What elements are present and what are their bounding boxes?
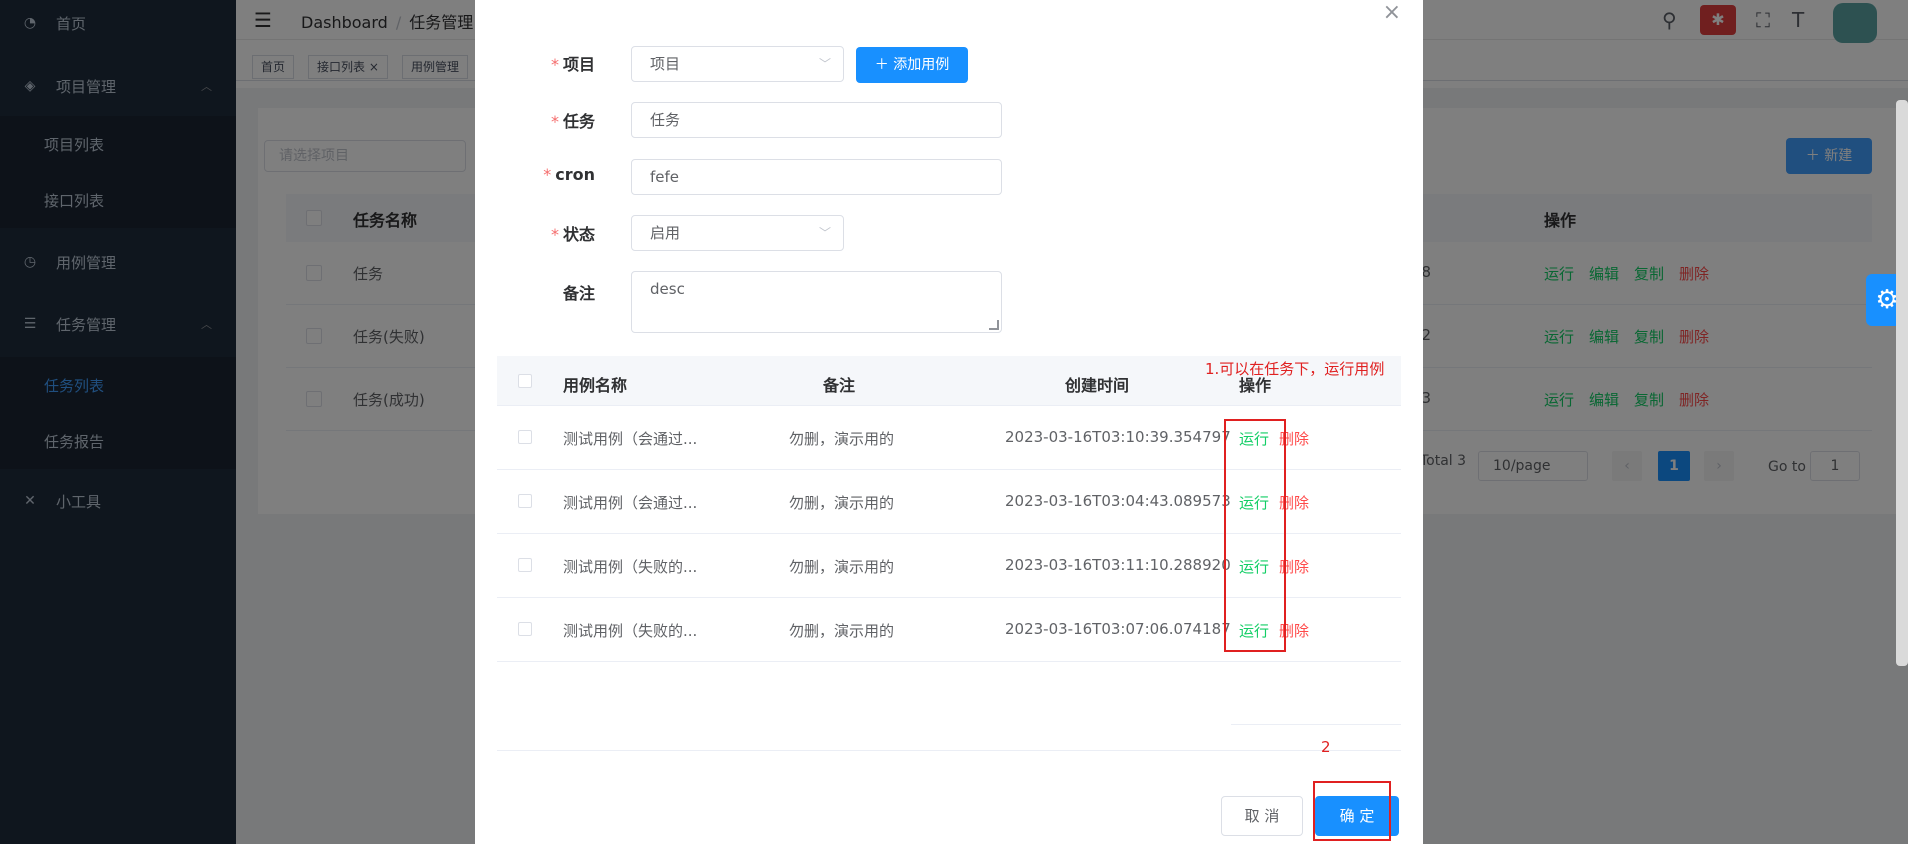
- row-checkbox[interactable]: [518, 430, 532, 444]
- column-header-name: 用例名称: [563, 376, 628, 395]
- case-created: 2023-03-16T03:07:06.074187: [1005, 620, 1231, 638]
- page-scrollbar[interactable]: [1896, 100, 1908, 666]
- column-header-remark: 备注: [823, 376, 856, 395]
- annotation-box-confirm: [1313, 781, 1391, 841]
- row-checkbox[interactable]: [518, 622, 532, 636]
- case-name: 测试用例（会通过...: [563, 430, 698, 448]
- row-checkbox[interactable]: [518, 494, 532, 508]
- divider: [1231, 724, 1401, 725]
- case-created: 2023-03-16T03:04:43.089573: [1005, 492, 1231, 510]
- case-name: 测试用例（失败的...: [563, 558, 698, 576]
- select-value: 项目: [650, 55, 681, 73]
- chevron-down-icon: ﹀: [818, 57, 831, 71]
- project-select[interactable]: 项目 ﹀: [631, 46, 844, 82]
- case-remark: 勿删，演示用的: [789, 430, 895, 448]
- task-dialog: × * 项目 项目 ﹀ ＋ 添加用例 * 任务 任务 * cron fefe * 状态 启…: [475, 0, 1423, 844]
- case-created: 2023-03-16T03:10:39.354797: [1005, 428, 1231, 446]
- remark-label: 备注: [562, 284, 595, 303]
- label-text: 状态: [562, 225, 595, 244]
- case-remark: 勿删，演示用的: [789, 622, 895, 640]
- case-remark: 勿删，演示用的: [789, 558, 895, 576]
- row-checkbox[interactable]: [518, 558, 532, 572]
- button-label: 添加用例: [893, 57, 950, 73]
- case-name: 测试用例（会通过...: [563, 494, 698, 512]
- resize-handle-icon[interactable]: [989, 320, 999, 330]
- annotation-note-1: 1.可以在任务下，运行用例: [1205, 360, 1385, 378]
- label-text: cron: [555, 165, 595, 184]
- annotation-box-run: [1224, 419, 1286, 652]
- divider: [497, 750, 1401, 751]
- cron-input[interactable]: fefe: [631, 159, 1002, 195]
- column-header-created: 创建时间: [1065, 376, 1130, 395]
- task-label: * 任务: [550, 112, 595, 131]
- case-name: 测试用例（失败的...: [563, 622, 698, 640]
- label-text: 任务: [562, 112, 595, 131]
- case-remark: 勿删，演示用的: [789, 494, 895, 512]
- case-created: 2023-03-16T03:11:10.288920: [1005, 556, 1231, 574]
- chevron-down-icon: ﹀: [818, 226, 831, 240]
- remark-textarea[interactable]: desc: [631, 271, 1002, 333]
- add-case-button[interactable]: ＋ 添加用例: [856, 47, 968, 83]
- close-icon[interactable]: ×: [1383, 0, 1401, 25]
- status-label: * 状态: [550, 225, 595, 244]
- task-input[interactable]: 任务: [631, 102, 1002, 138]
- project-label: * 项目: [550, 55, 595, 74]
- annotation-note-2: 2: [1321, 738, 1331, 756]
- select-all-checkbox[interactable]: [518, 374, 532, 388]
- cron-label: * cron: [543, 165, 595, 184]
- status-select[interactable]: 启用 ﹀: [631, 215, 844, 251]
- select-value: 启用: [650, 224, 681, 242]
- textarea-value: desc: [650, 280, 685, 298]
- label-text: 项目: [562, 55, 595, 74]
- cancel-button[interactable]: 取 消: [1221, 796, 1303, 836]
